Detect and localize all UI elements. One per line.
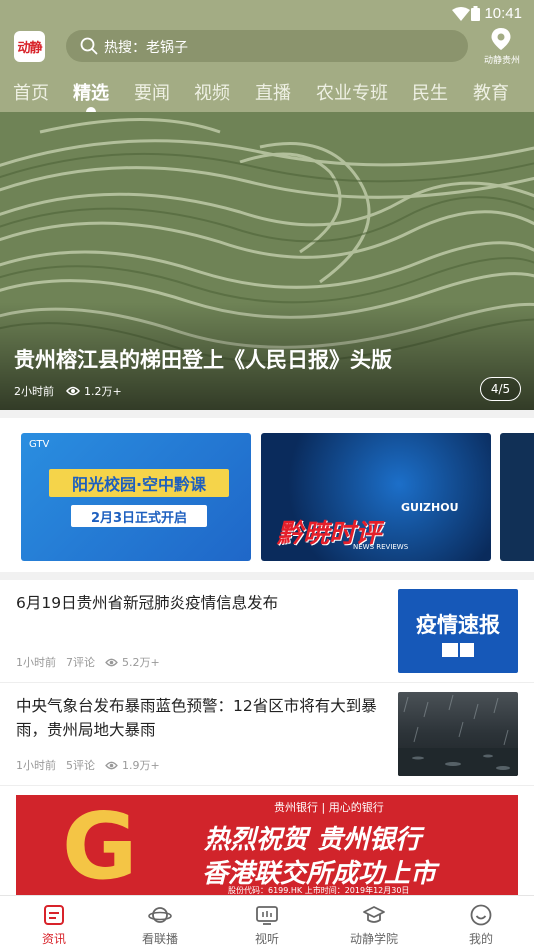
- news-time: 1小时前: [16, 656, 56, 669]
- promo-tag: GUIZHOU: [401, 501, 459, 514]
- nav-profile[interactable]: 我的: [441, 896, 521, 949]
- promo-sub: NEWS REVIEWS: [353, 543, 409, 551]
- news-time: 1小时前: [16, 759, 56, 772]
- hero-views: 1.2万+: [84, 385, 122, 398]
- news-separator: [0, 785, 534, 786]
- tab-livelihood[interactable]: 民生: [412, 79, 448, 105]
- hero-time: 2小时前: [14, 385, 54, 398]
- location-button[interactable]: 动静贵州: [480, 27, 524, 67]
- tv-icon: [256, 906, 278, 925]
- news-meta: 1小时前 7评论 5.2万+: [16, 654, 170, 670]
- bottom-navigation: 资讯 看联播 视听 动静学院 我的: [0, 895, 534, 949]
- ad-line1: 热烈祝贺 贵州银行: [204, 825, 422, 855]
- nav-media[interactable]: 视听: [227, 896, 307, 949]
- planet-icon: [148, 907, 172, 923]
- bank-ad-banner[interactable]: G 贵州银行 | 用心的银行 热烈祝贺 贵州银行 香港联交所成功上市 股份代码：…: [16, 795, 518, 897]
- tab-featured[interactable]: 精选: [73, 79, 109, 105]
- hero-meta: 2小时前 1.2万+: [14, 383, 122, 399]
- news-views: 5.2万+: [122, 656, 160, 669]
- gtv-logo: GTV: [29, 439, 50, 450]
- news-thumbnail-rain: [398, 692, 518, 776]
- hero-carousel[interactable]: 贵州榕江县的梯田登上《人民日报》头版 2小时前 1.2万+ 4/5: [0, 112, 534, 410]
- nav-label: 动静学院: [349, 932, 398, 946]
- views-icon: [105, 658, 118, 666]
- thumbnail-logo-icon: [442, 643, 458, 657]
- tab-agriculture[interactable]: 农业专班: [316, 79, 388, 105]
- nav-label: 看联播: [141, 932, 178, 946]
- news-comments: 5评论: [66, 759, 95, 772]
- carousel-pager: 4/5: [480, 377, 521, 401]
- news-views: 1.9万+: [122, 759, 160, 772]
- nav-label: 资讯: [41, 932, 66, 946]
- views-icon: [105, 761, 118, 769]
- wifi-icon: [452, 7, 470, 21]
- news-thumbnail: 疫情速报: [398, 589, 518, 673]
- nav-broadcast[interactable]: 看联播: [120, 896, 200, 949]
- promo-headline: 阳光校园·空中黔课: [49, 469, 229, 497]
- search-icon: [80, 37, 98, 55]
- app-logo[interactable]: 动静: [14, 31, 45, 62]
- location-label: 动静贵州: [483, 56, 520, 66]
- nav-news[interactable]: 资讯: [14, 896, 94, 949]
- views-icon: [66, 386, 80, 396]
- promo-card-sunshine-campus[interactable]: GTV 阳光校园·空中黔课 2月3日正式开启: [21, 433, 251, 561]
- nav-label: 视听: [254, 932, 279, 946]
- location-pin-icon: [491, 28, 511, 50]
- tab-live[interactable]: 直播: [255, 79, 291, 105]
- tab-home[interactable]: 首页: [13, 79, 49, 105]
- battery-icon: [471, 6, 480, 21]
- section-divider: [0, 410, 534, 418]
- smiley-icon: [470, 904, 492, 926]
- qr-code-icon: [460, 643, 474, 657]
- graduation-cap-icon: [363, 906, 385, 923]
- news-item[interactable]: 中央气象台发布暴雨蓝色预警：12省区市将有大到暴雨，贵州局地大暴雨 1小时前 5…: [0, 683, 534, 785]
- ad-bank-name: 贵州银行 | 用心的银行: [274, 801, 384, 814]
- rain-image: [398, 694, 518, 776]
- app-header: 10:41 动静 热搜：老锅子 动静贵州 首页 精选 要闻 视频 直播 农业专班…: [0, 0, 534, 112]
- nav-academy[interactable]: 动静学院: [334, 896, 414, 949]
- tab-education[interactable]: 教育: [473, 79, 509, 105]
- bank-logo-icon: G: [62, 795, 138, 897]
- search-bar[interactable]: 热搜：老锅子: [66, 30, 468, 62]
- promo-card-partial[interactable]: [500, 433, 534, 561]
- promo-strip: GTV 阳光校园·空中黔课 2月3日正式开启 GUIZHOU 黔暁时评 NEWS…: [0, 420, 534, 572]
- nav-label: 我的: [468, 932, 493, 946]
- status-time: 10:41: [484, 5, 522, 22]
- tab-video[interactable]: 视频: [194, 79, 230, 105]
- channel-tabs: 首页 精选 要闻 视频 直播 农业专班 民生 教育: [0, 76, 534, 112]
- hero-title[interactable]: 贵州榕江县的梯田登上《人民日报》头版: [14, 344, 392, 374]
- news-item[interactable]: 6月19日贵州省新冠肺炎疫情信息发布 1小时前 7评论 5.2万+ 疫情速报: [0, 580, 534, 682]
- section-divider: [0, 572, 534, 580]
- thumbnail-text: 疫情速报: [416, 613, 500, 637]
- news-comments: 7评论: [66, 656, 95, 669]
- news-title: 中央气象台发布暴雨蓝色预警：12省区市将有大到暴雨，贵州局地大暴雨: [16, 697, 377, 739]
- promo-card-news-review[interactable]: GUIZHOU 黔暁时评 NEWS REVIEWS: [261, 433, 491, 561]
- news-icon: [44, 905, 64, 925]
- news-title: 6月19日贵州省新冠肺炎疫情信息发布: [16, 594, 279, 612]
- tab-headlines[interactable]: 要闻: [134, 79, 170, 105]
- news-meta: 1小时前 5评论 1.9万+: [16, 757, 170, 773]
- promo-subtitle: 2月3日正式开启: [71, 505, 207, 527]
- status-bar: 10:41: [0, 0, 534, 28]
- search-placeholder: 热搜：老锅子: [104, 40, 188, 56]
